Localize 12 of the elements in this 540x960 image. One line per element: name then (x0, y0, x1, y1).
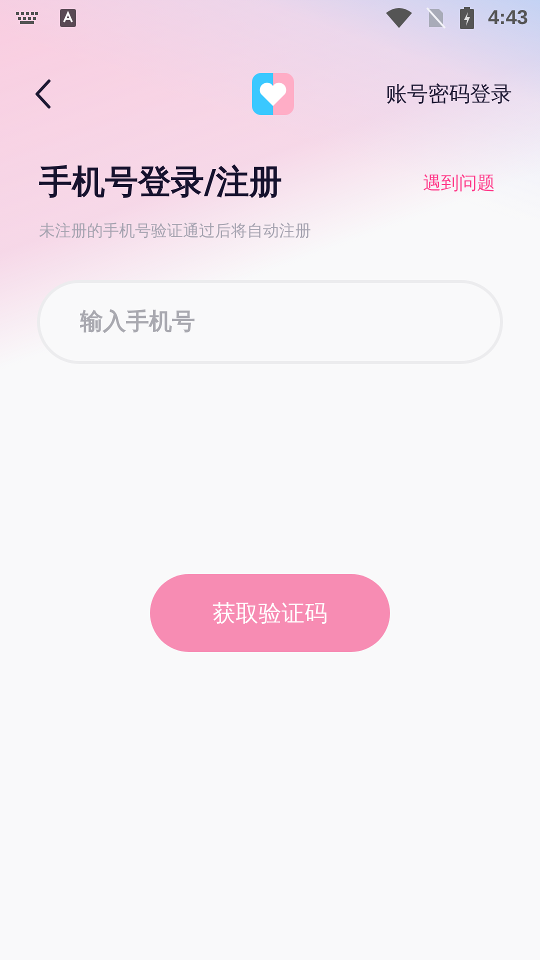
page-title: 手机号登录/注册 (39, 161, 282, 203)
back-icon[interactable] (34, 79, 52, 109)
heart-logo-icon (252, 73, 294, 115)
text-input-icon (60, 9, 76, 27)
no-sim-icon (426, 7, 446, 29)
help-link[interactable]: 遇到问题 (423, 170, 495, 194)
subtitle: 未注册的手机号验证通过后将自动注册 (39, 221, 312, 242)
wifi-icon (386, 8, 412, 28)
battery-icon (460, 7, 474, 29)
keyboard-icon (16, 12, 38, 24)
account-password-login-link[interactable]: 账号密码登录 (386, 80, 512, 108)
status-time: 4:43 (488, 6, 528, 30)
